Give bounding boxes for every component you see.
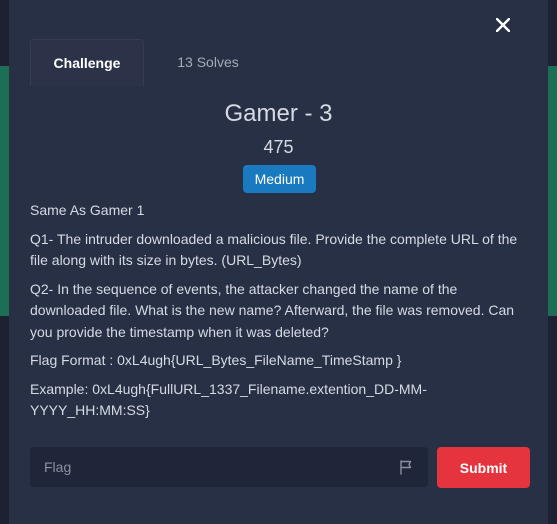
flag-input[interactable]: [30, 447, 370, 487]
submit-button[interactable]: Submit: [437, 447, 530, 488]
description-line: Q1- The intruder downloaded a malicious …: [30, 230, 518, 269]
close-icon: [496, 18, 510, 32]
description-line: Flag Format : 0xL4ugh{URL_Bytes_FileName…: [30, 352, 402, 368]
challenge-modal: Challenge 13 Solves Gamer - 3 475 Medium…: [9, 0, 548, 524]
flag-field-wrapper: [30, 447, 428, 487]
background-panel-right: [547, 66, 557, 316]
description-line: Same As Gamer 1: [30, 202, 145, 218]
description-line: Q2- In the sequence of events, the attac…: [30, 280, 515, 340]
close-button[interactable]: [492, 14, 514, 40]
flag-icon: [400, 460, 412, 475]
tab-solves[interactable]: 13 Solves: [158, 39, 258, 85]
challenge-description: Same As Gamer 1 Q1- The intruder downloa…: [30, 200, 535, 429]
description-line: Example: 0xL4ugh{FullURL_1337_Filename.e…: [30, 380, 427, 419]
tab-bar: Challenge 13 Solves: [30, 39, 528, 86]
challenge-title: Gamer - 3: [224, 100, 333, 127]
challenge-points: 475: [263, 137, 294, 157]
difficulty-badge: Medium: [243, 165, 316, 193]
tab-challenge[interactable]: Challenge: [30, 39, 144, 86]
